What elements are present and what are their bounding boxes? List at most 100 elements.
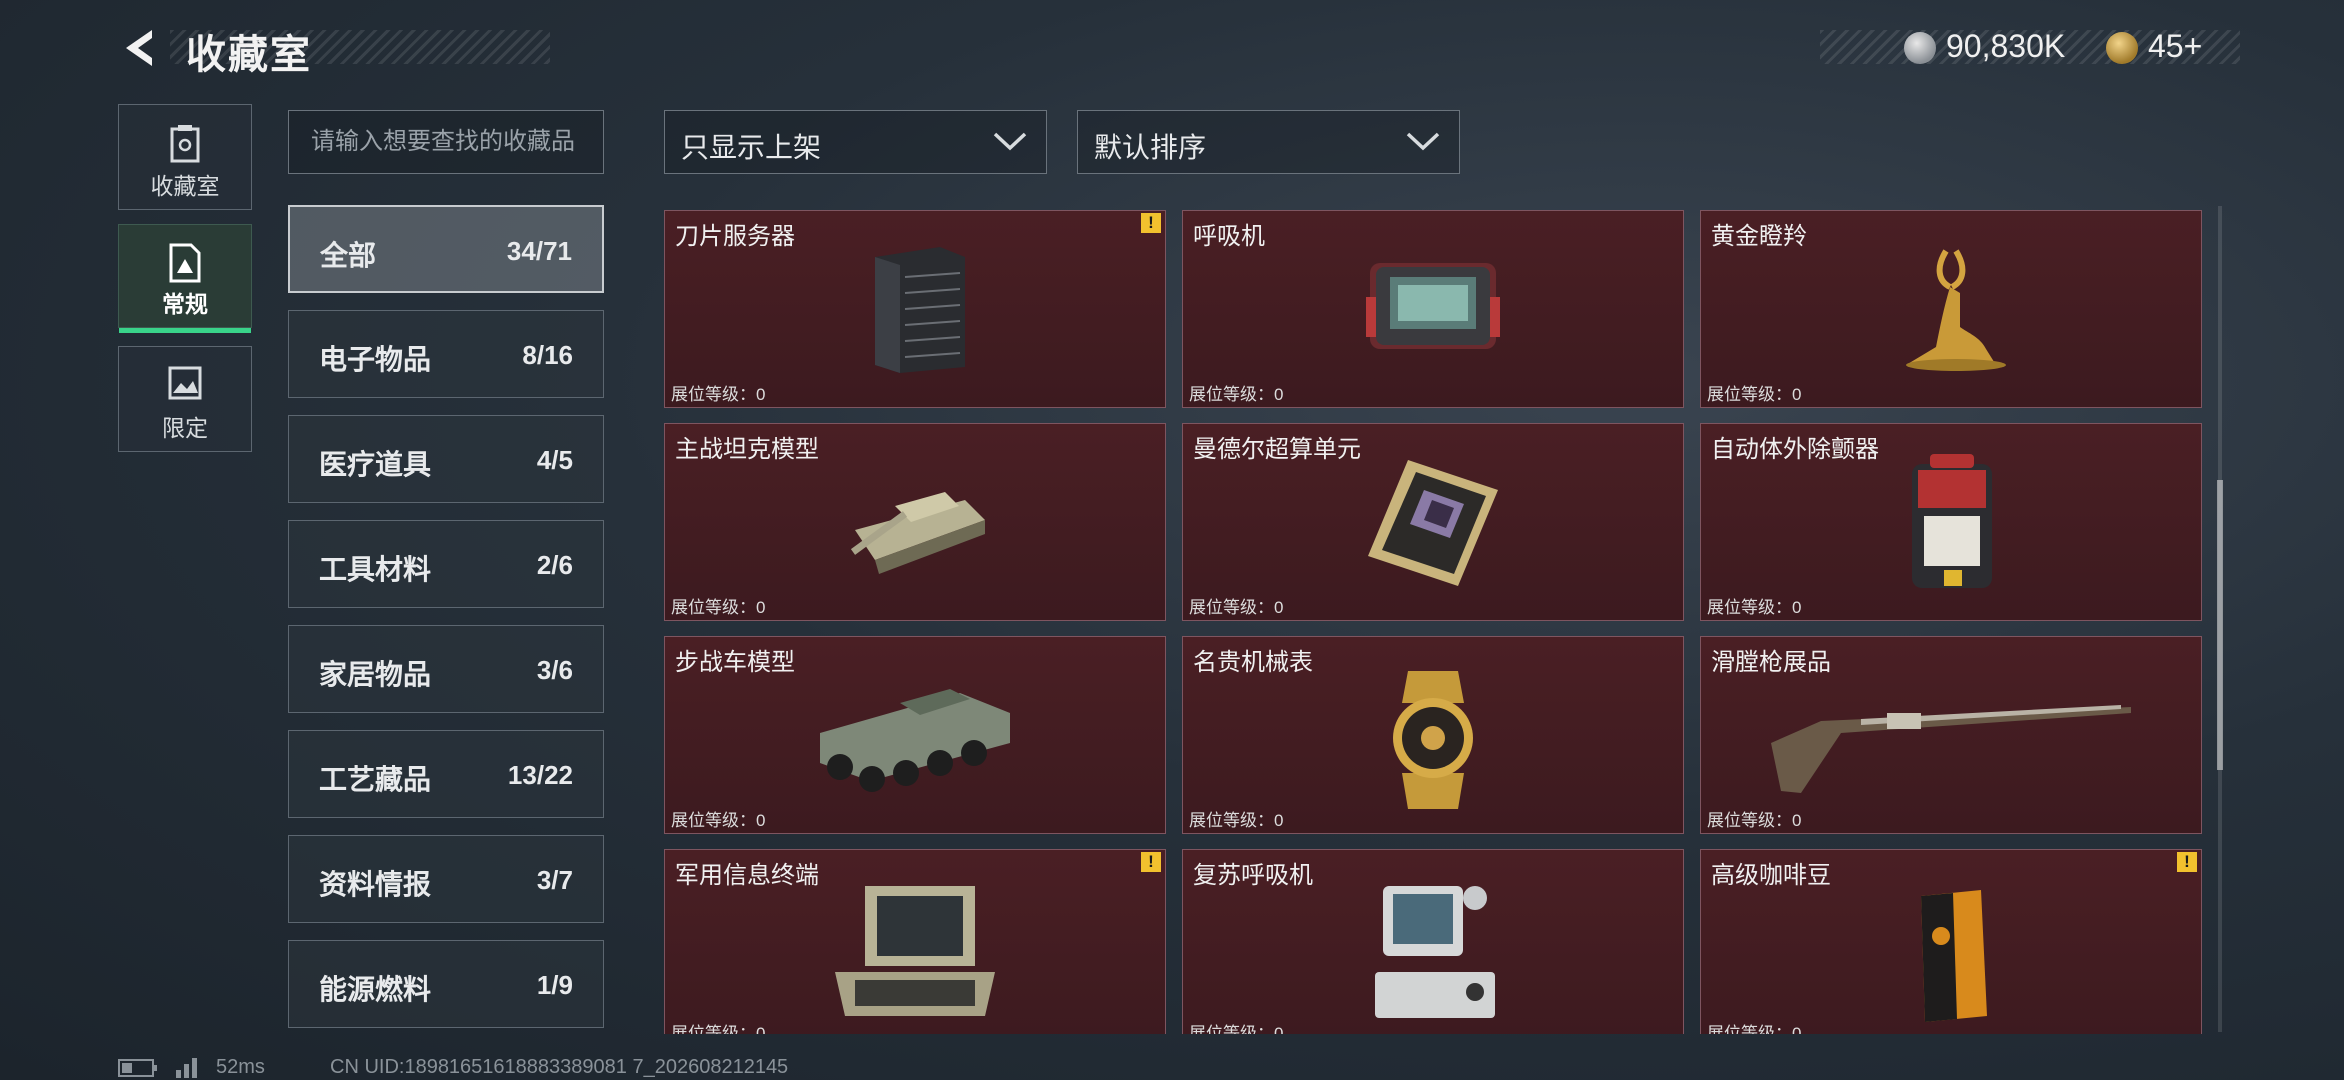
coffee-bag-icon: [1921, 890, 1987, 1022]
category-all[interactable]: 全部 34/71: [288, 205, 604, 293]
item-card[interactable]: 滑膛枪展品 展位等级：0: [1700, 636, 2202, 834]
warning-icon: !: [2177, 852, 2197, 872]
category-energy[interactable]: 能源燃料 1/9: [288, 940, 604, 1028]
ventilator-icon: [1366, 263, 1500, 349]
booth-level: 展位等级：0: [671, 1024, 766, 1034]
active-indicator: [119, 328, 251, 333]
item-name: 自动体外除颤器: [1711, 436, 1879, 463]
watch-icon: [1393, 671, 1473, 809]
category-name: 医疗道具: [319, 449, 432, 480]
sort-value: 默认排序: [1094, 132, 1207, 163]
category-household[interactable]: 家居物品 3/6: [288, 625, 604, 713]
item-card[interactable]: 刀片服务器 ! 展位等级：0: [664, 210, 1166, 408]
category-tools[interactable]: 工具材料 2/6: [288, 520, 604, 608]
collection-grid: 刀片服务器 ! 展位等级：0 呼吸机 展位等级：0 黄金瞪羚 展位等级：0 主战…: [664, 208, 2204, 1034]
currency-gold-amount[interactable]: 45+: [2148, 28, 2202, 65]
item-name: 曼德尔超算单元: [1193, 436, 1361, 463]
shelf-filter-value: 只显示上架: [681, 132, 822, 163]
category-count: 4/5: [536, 445, 573, 475]
warning-icon: !: [1141, 852, 1161, 872]
category-count: 2/6: [536, 550, 573, 580]
category-name: 工具材料: [319, 554, 432, 585]
item-name: 主战坦克模型: [675, 436, 819, 463]
item-name: 步战车模型: [675, 649, 795, 676]
category-count: 13/22: [507, 760, 573, 790]
item-card[interactable]: 主战坦克模型 展位等级：0: [664, 423, 1166, 621]
category-medical[interactable]: 医疗道具 4/5: [288, 415, 604, 503]
musket-icon: [1771, 705, 2131, 793]
back-arrow-icon: [126, 30, 152, 66]
booth-level: 展位等级：0: [1707, 1024, 1802, 1034]
shelf-filter-dropdown[interactable]: 只显示上架: [664, 110, 1047, 174]
item-card[interactable]: 曼德尔超算单元 展位等级：0: [1182, 423, 1684, 621]
rail-tab-limited[interactable]: 限定: [118, 346, 252, 452]
booth-level: 展位等级：0: [1707, 598, 1802, 617]
signal-icon: [176, 1058, 197, 1078]
booth-level: 展位等级：0: [1189, 598, 1284, 617]
booth-level: 展位等级：0: [1189, 811, 1284, 830]
rugged-terminal-icon: [835, 886, 995, 1016]
trash-can-icon: [170, 125, 200, 163]
circuit-board-icon: [1368, 460, 1498, 586]
item-card[interactable]: 呼吸机 展位等级：0: [1182, 210, 1684, 408]
item-name: 刀片服务器: [675, 223, 795, 250]
item-card[interactable]: 复苏呼吸机 展位等级：0: [1182, 849, 1684, 1034]
booth-level: 展位等级：0: [671, 811, 766, 830]
item-card[interactable]: 步战车模型 展位等级：0: [664, 636, 1166, 834]
rail-tab-regular[interactable]: 常规: [118, 224, 252, 333]
rail-tab-collection-room[interactable]: 收藏室: [118, 104, 252, 210]
item-name: 复苏呼吸机: [1193, 862, 1313, 889]
item-name: 军用信息终端: [675, 862, 819, 889]
category-count: 1/9: [536, 970, 573, 1000]
scrollbar-thumb[interactable]: [2217, 480, 2223, 770]
category-count: 3/7: [536, 865, 573, 895]
category-name: 全部: [320, 240, 377, 271]
item-card[interactable]: 黄金瞪羚 展位等级：0: [1700, 210, 2202, 408]
item-name: 名贵机械表: [1193, 649, 1313, 676]
item-name: 呼吸机: [1193, 223, 1265, 250]
category-electronics[interactable]: 电子物品 8/16: [288, 310, 604, 398]
item-card[interactable]: 军用信息终端 ! 展位等级：0: [664, 849, 1166, 1034]
rail-label: 常规: [162, 291, 208, 317]
chevron-down-icon: [993, 132, 1027, 151]
booth-level: 展位等级：0: [1189, 1024, 1284, 1034]
search-input[interactable]: [288, 110, 604, 174]
category-count: 3/6: [536, 655, 573, 685]
document-icon: [169, 243, 201, 283]
item-name: 黄金瞪羚: [1711, 223, 1807, 250]
back-button[interactable]: [118, 26, 162, 70]
category-name: 能源燃料: [319, 974, 432, 1005]
category-name: 工艺藏品: [319, 764, 432, 795]
chevron-down-icon: [1406, 132, 1440, 151]
ping-text: 52ms: [216, 1056, 265, 1078]
rail-label: 收藏室: [150, 173, 220, 199]
gold-coin-icon: [2106, 32, 2138, 64]
category-name: 电子物品: [319, 344, 432, 375]
battery-icon: [118, 1059, 157, 1077]
uid-text: CN UID:18981651618883389081 7_2026082121…: [330, 1056, 789, 1078]
item-card[interactable]: 自动体外除颤器 展位等级：0: [1700, 423, 2202, 621]
booth-level: 展位等级：0: [1189, 385, 1284, 404]
booth-level: 展位等级：0: [671, 385, 766, 404]
tank-icon: [850, 492, 985, 574]
currency-silver-amount: 90,830K: [1946, 28, 2066, 64]
category-count: 8/16: [522, 340, 573, 370]
image-icon: [168, 366, 202, 400]
category-crafts[interactable]: 工艺藏品 13/22: [288, 730, 604, 818]
category-name: 家居物品: [319, 659, 432, 690]
server-icon: [875, 247, 965, 373]
booth-level: 展位等级：0: [1707, 811, 1802, 830]
ifv-icon: [820, 689, 1010, 792]
defibrillator-icon: [1912, 454, 1992, 588]
resuscitator-icon: [1375, 886, 1495, 1018]
item-name: 高级咖啡豆: [1711, 862, 1831, 889]
booth-level: 展位等级：0: [1707, 385, 1802, 404]
category-intel[interactable]: 资料情报 3/7: [288, 835, 604, 923]
gazelle-statue-icon: [1906, 249, 2006, 371]
category-name: 资料情报: [319, 869, 432, 900]
item-card[interactable]: 高级咖啡豆 ! 展位等级：0: [1700, 849, 2202, 1034]
item-card[interactable]: 名贵机械表 展位等级：0: [1182, 636, 1684, 834]
sort-dropdown[interactable]: 默认排序: [1077, 110, 1460, 174]
booth-level: 展位等级：0: [671, 598, 766, 617]
page-title: 收藏室: [186, 33, 312, 77]
